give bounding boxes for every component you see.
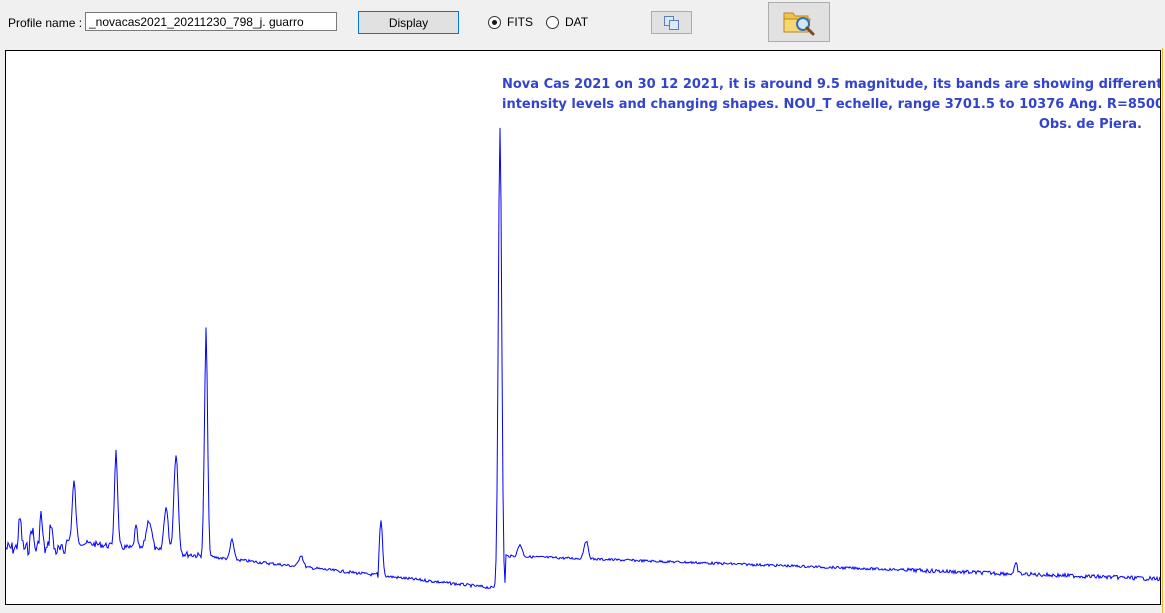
spectrum-plot: Nova Cas 2021 on 30 12 2021, it is aroun…: [5, 50, 1161, 605]
window-edge: [1162, 48, 1163, 613]
annotation-line-1: Nova Cas 2021 on 30 12 2021, it is aroun…: [502, 77, 1161, 92]
dat-radio[interactable]: [546, 16, 559, 29]
dat-label: DAT: [565, 15, 589, 29]
folder-search-icon: [783, 12, 815, 36]
toolbar: Profile name : Display FITS DAT: [0, 0, 1165, 48]
copy-icon: [663, 15, 679, 30]
profile-name-input[interactable]: [85, 12, 337, 31]
open-file-button[interactable]: [768, 2, 830, 42]
fits-label: FITS: [507, 15, 533, 29]
profile-name-label: Profile name :: [8, 16, 83, 30]
display-button[interactable]: Display: [358, 11, 459, 34]
copy-button[interactable]: [651, 11, 692, 34]
annotation-line-2: intensity levels and changing shapes. NO…: [502, 97, 1161, 112]
spectrum-line: [6, 127, 1160, 590]
fits-radio[interactable]: [488, 16, 501, 29]
spectrum-annotation: Nova Cas 2021 on 30 12 2021, it is aroun…: [502, 75, 1161, 135]
annotation-line-3: Obs. de Piera.: [1038, 117, 1142, 132]
